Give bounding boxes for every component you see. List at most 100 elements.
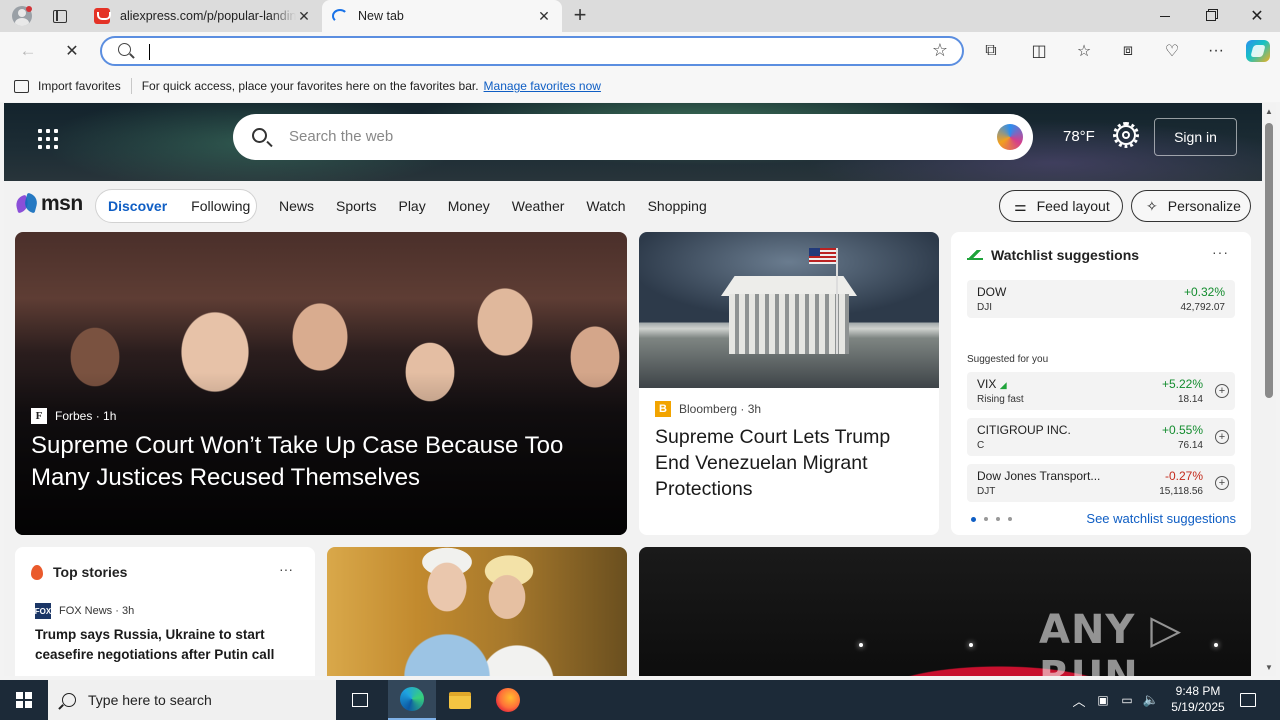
tab-discover[interactable]: Discover [108, 198, 167, 214]
back-arrow-icon[interactable]: ← [14, 38, 42, 64]
flame-icon [31, 564, 43, 580]
article-headline[interactable]: Supreme Court Lets Trump End Venezuelan … [655, 424, 925, 502]
article-headline[interactable]: Trump says Russia, Ukraine to start ceas… [35, 625, 295, 665]
nav-watch[interactable]: Watch [586, 198, 625, 214]
extensions-icon[interactable]: ⧉ [977, 38, 1005, 64]
msn-page: Search the web 78°F Sign in msn Discover… [4, 103, 1262, 676]
nav-sports[interactable]: Sports [336, 198, 376, 214]
article-headline[interactable]: Supreme Court Won’t Take Up Case Because… [31, 430, 591, 494]
photo-news-card[interactable] [327, 547, 627, 676]
top-stories-title: Top stories [53, 564, 128, 580]
taskbar-search-box[interactable]: Type here to search [48, 680, 336, 720]
us-flag-icon [809, 248, 836, 264]
device-icon[interactable]: ▣ [1092, 680, 1114, 720]
watchlist-row-vix[interactable]: VIX ◢ Rising fast +5.22% 18.14 + [967, 372, 1235, 410]
volume-icon[interactable]: 🔈 [1140, 680, 1162, 720]
nav-news[interactable]: News [279, 198, 314, 214]
add-to-watchlist-icon[interactable]: + [1215, 384, 1229, 398]
tab-new-tab[interactable]: New tab ✕ [322, 0, 562, 32]
show-hidden-icons-chevron-icon[interactable]: ︿ [1068, 680, 1090, 720]
search-icon [252, 128, 267, 143]
scroll-up-icon[interactable]: ▲ [1265, 107, 1273, 116]
add-to-watchlist-icon[interactable]: + [1215, 430, 1229, 444]
personalize-button[interactable]: ✧ Personalize [1131, 190, 1251, 222]
task-view-button[interactable] [336, 680, 384, 720]
tab-actions-button[interactable] [46, 4, 74, 28]
new-tab-button[interactable]: + [568, 4, 592, 28]
watchlist-row-citigroup[interactable]: CITIGROUP INC. C +0.55% 76.14 + [967, 418, 1235, 456]
settings-more-icon[interactable]: ··· [1202, 38, 1230, 64]
light-dot [969, 643, 973, 647]
hero-news-card[interactable]: F Forbes · 1h Supreme Court Won’t Take U… [15, 232, 627, 535]
add-to-watchlist-icon[interactable]: + [1215, 476, 1229, 490]
watchlist-row-djt[interactable]: Dow Jones Transport... DJT -0.27% 15,118… [967, 464, 1235, 502]
sign-in-button[interactable]: Sign in [1154, 118, 1237, 156]
start-button[interactable] [0, 680, 48, 720]
manage-favorites-link[interactable]: Manage favorites now [484, 79, 601, 93]
feed-layout-button[interactable]: ⚌ Feed layout [999, 190, 1123, 222]
fox-news-logo-icon: FOX [35, 603, 51, 619]
aliexpress-favicon-icon [94, 8, 111, 24]
page-scrollbar[interactable]: ▲ ▼ [1262, 103, 1276, 676]
browser-title-bar: aliexpress.com/p/popular-landing ✕ New t… [0, 0, 1280, 32]
firefox-taskbar-button[interactable] [484, 680, 532, 720]
restore-button[interactable] [1188, 0, 1234, 32]
see-watchlist-link[interactable]: See watchlist suggestions [1086, 511, 1236, 526]
weather-temperature[interactable]: 78°F [1063, 128, 1095, 145]
edge-taskbar-button[interactable] [388, 680, 436, 720]
file-explorer-button[interactable] [436, 680, 484, 720]
nav-shopping[interactable]: Shopping [648, 198, 707, 214]
msn-butterfly-icon [16, 194, 38, 214]
stop-loading-icon[interactable]: ✕ [58, 38, 86, 64]
msn-logo[interactable]: msn [16, 192, 83, 216]
favorite-star-icon[interactable]: ☆ [932, 40, 948, 61]
notifications-button[interactable] [1232, 680, 1264, 720]
tab-close-icon[interactable]: ✕ [536, 8, 552, 25]
video-news-card[interactable]: ANY ▷ RUN [639, 547, 1251, 676]
news-card[interactable]: B Bloomberg · 3h Supreme Court Lets Trum… [639, 232, 939, 535]
favorites-icon[interactable]: ☆ [1070, 38, 1098, 64]
minimize-button[interactable] [1142, 0, 1188, 32]
symbol-sub: DJT [977, 486, 996, 497]
price: 42,792.07 [1180, 302, 1226, 313]
msn-logo-text: msn [41, 192, 83, 215]
app-launcher-icon[interactable] [38, 129, 58, 149]
nav-weather[interactable]: Weather [512, 198, 565, 214]
profile-button[interactable] [8, 4, 36, 28]
loading-spinner-icon [332, 9, 348, 23]
nav-money[interactable]: Money [448, 198, 490, 214]
copilot-search-icon[interactable] [997, 124, 1023, 150]
network-icon[interactable]: ▭ [1116, 680, 1138, 720]
symbol-sub: Rising fast [977, 394, 1024, 405]
msn-header-banner: Search the web 78°F Sign in [4, 103, 1262, 181]
collections-icon[interactable]: ⧈ [1114, 38, 1142, 64]
carousel-pager[interactable] [971, 517, 1020, 522]
scroll-thumb[interactable] [1265, 123, 1273, 398]
tab-close-icon[interactable]: ✕ [296, 8, 312, 25]
windows-logo-icon [16, 692, 32, 708]
import-favorites-button[interactable]: Import favorites [14, 79, 121, 93]
nav-play[interactable]: Play [398, 198, 425, 214]
split-screen-icon[interactable]: ◫ [1025, 38, 1053, 64]
settings-gear-icon[interactable] [1113, 122, 1139, 148]
system-clock[interactable]: 9:48 PM 5/19/2025 [1162, 683, 1234, 715]
watchlist-row-dow[interactable]: DOW DJI +0.32% 42,792.07 [967, 280, 1235, 318]
tab-title: aliexpress.com/p/popular-landing [120, 9, 296, 23]
more-options-icon[interactable]: ··· [1212, 244, 1229, 260]
more-options-icon[interactable]: ··· [279, 561, 293, 577]
tab-following[interactable]: Following [191, 198, 250, 214]
article-age: 1h [103, 409, 117, 423]
top-stories-header: Top stories [31, 564, 127, 580]
symbol: VIX ◢ [977, 377, 1007, 391]
close-window-button[interactable]: ✕ [1234, 0, 1280, 32]
copilot-icon[interactable] [1246, 40, 1270, 62]
address-bar[interactable]: ☆ [100, 36, 964, 66]
browser-essentials-icon[interactable]: ♡ [1158, 38, 1186, 64]
tab-aliexpress[interactable]: aliexpress.com/p/popular-landing ✕ [84, 0, 322, 32]
top-stories-card: Top stories ··· FOX FOX News · 3h Trump … [15, 547, 315, 676]
web-search-box[interactable]: Search the web [233, 114, 1033, 160]
source-name: Forbes [55, 409, 93, 423]
scroll-down-icon[interactable]: ▼ [1265, 663, 1273, 672]
profile-alert-dot [26, 6, 32, 12]
msn-nav-row: msn Discover Following News Sports Play … [4, 181, 1262, 229]
